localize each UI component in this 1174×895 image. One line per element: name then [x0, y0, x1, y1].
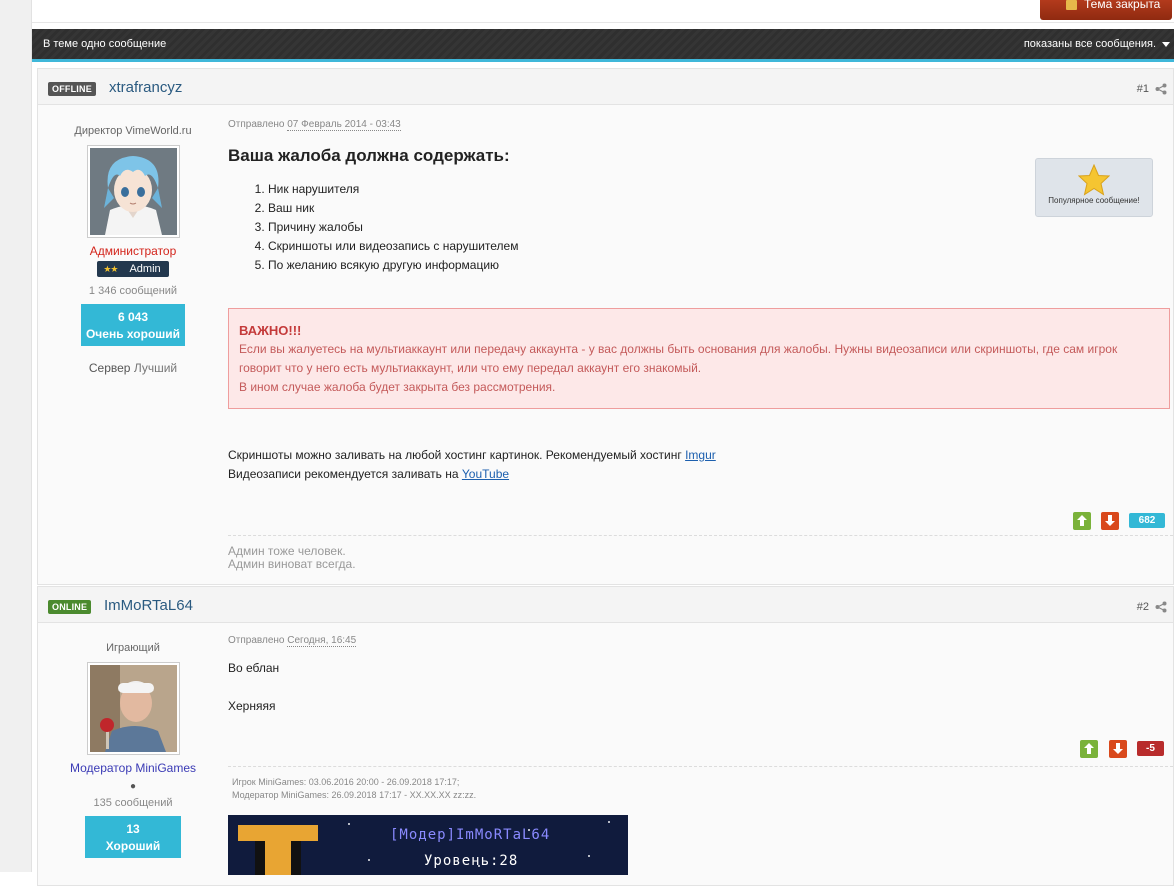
sent-label: Отправлено [228, 635, 285, 646]
reputation-label: Хороший [105, 839, 161, 853]
anime-avatar-image [89, 148, 177, 235]
admin-badge-label: Admin [129, 263, 161, 275]
reputation-box: 6 043 Очень хороший [81, 304, 185, 346]
requirements-list: Ник нарушителя Ваш ник Причину жалобы Ск… [228, 180, 1173, 275]
post-header: OFFLINE xtrafrancyz #1 [38, 69, 1173, 105]
avatar[interactable] [86, 662, 180, 755]
topic-closed-button[interactable]: Тема закрыта [1040, 0, 1172, 20]
topic-info-bar: В теме одно сообщение показаны все сообщ… [32, 29, 1174, 62]
imgur-link[interactable]: Imgur [685, 448, 716, 462]
sent-date[interactable]: 07 Февраль 2014 - 03:43 [287, 119, 401, 131]
server-label: Сервер [88, 361, 131, 375]
share-icon[interactable] [1155, 83, 1167, 95]
avatar[interactable] [86, 145, 180, 238]
banner-player-name: [Модер]ImMoRTaL64 [390, 827, 551, 843]
banner-player-level: Уровень:28 [424, 853, 519, 869]
author-panel: Играющий Модератор MiniGames ● 135 сообщ… [38, 642, 228, 858]
reputation-value: 6 043 [117, 310, 149, 324]
photo-avatar-image [89, 665, 177, 752]
post-header: ONLINE ImMoRTaL64 #2 [38, 587, 1173, 623]
status-badge: ONLINE [48, 600, 92, 614]
vote-up-button[interactable] [1073, 512, 1091, 530]
caret-down-icon[interactable] [1162, 42, 1170, 47]
pixel-head-icon [238, 825, 318, 841]
vote-down-button[interactable] [1101, 512, 1119, 530]
post-content: Отправлено 07 Февраль 2014 - 03:43 Ваша … [228, 119, 1173, 579]
hosting-info: Скриншоты можно заливать на любой хостин… [228, 446, 716, 484]
youtube-link[interactable]: YouTube [462, 467, 509, 481]
topic-message-count: В теме одно сообщение [43, 38, 167, 50]
post-date: Отправлено 07 Февраль 2014 - 03:43 [228, 119, 1173, 131]
hosting-text: Скриншоты можно заливать на любой хостин… [228, 448, 682, 462]
post-2: ONLINE ImMoRTaL64 #2 Играющий Модератор … [37, 586, 1174, 886]
reputation-score[interactable]: 682 [1129, 513, 1165, 528]
author-server: Сервер Лучший [38, 361, 228, 375]
post-text-line: Во еблан [228, 661, 280, 675]
author-panel: Директор VimeWorld.ru Администратор ★★ Ad… [38, 125, 228, 375]
post-date: Отправлено Сегодня, 16:45 [228, 635, 1173, 647]
stars-icon: ★★ [103, 264, 118, 274]
reputation-score[interactable]: -5 [1137, 741, 1164, 756]
post-number-link[interactable]: #1 [1137, 83, 1149, 95]
signature-divider [228, 535, 1173, 536]
video-text: Видеозаписи рекомендуется заливать на [228, 467, 459, 481]
reputation-value: 13 [126, 822, 140, 836]
arrow-down-icon [1105, 515, 1115, 526]
reputation-label: Очень хороший [85, 327, 181, 341]
lock-icon [1066, 0, 1077, 10]
post-author-name[interactable]: ImMoRTaL64 [104, 597, 193, 614]
post-text: Во еблан Херняяя [228, 659, 279, 716]
warning-text-line: Если вы жалуетесь на мультиаккаунт или п… [239, 342, 1118, 356]
signature: Игрок MiniGames: 03.06.2016 20:00 - 26.0… [232, 776, 476, 802]
signature-line: Игрок MiniGames: 03.06.2016 20:00 - 26.0… [232, 777, 460, 787]
post-number-link[interactable]: #2 [1137, 601, 1149, 613]
arrow-up-icon [1077, 515, 1087, 526]
top-divider [32, 22, 1174, 23]
reputation-box: 13 Хороший [85, 816, 181, 858]
list-item: Причину жалобы [268, 218, 1173, 237]
signature: Админ тоже человек. Админ виноват всегда… [228, 545, 356, 571]
author-title: Директор VimeWorld.ru [74, 125, 192, 137]
post-heading: Ваша жалоба должна содержать: [228, 146, 510, 165]
signature-banner: [Модер]ImMoRTaL64 Уровень:28 [228, 815, 628, 875]
author-post-count: 1 346 сообщений [88, 285, 178, 297]
star-icon [1078, 164, 1110, 196]
warning-text-line: В ином случае жалоба будет закрыта без р… [239, 380, 556, 394]
online-dot-icon: ● [129, 781, 137, 792]
arrow-up-icon [1084, 743, 1094, 754]
sent-label: Отправлено [228, 119, 285, 130]
post-author-name[interactable]: xtrafrancyz [109, 79, 182, 96]
popular-post-label: Популярное сообщение! [1048, 196, 1140, 205]
list-item: По желанию всякую другую информацию [268, 256, 1173, 275]
share-icon[interactable] [1155, 601, 1167, 613]
status-badge: OFFLINE [48, 82, 96, 96]
author-role: Модератор MiniGames [69, 761, 197, 775]
vote-up-button[interactable] [1080, 740, 1098, 758]
list-item: Скриншоты или видеозапись с нарушителем [268, 237, 1173, 256]
topic-closed-label: Тема закрыта [1084, 0, 1161, 11]
signature-divider [228, 766, 1173, 767]
post-content: Отправлено Сегодня, 16:45 Во еблан Херня… [228, 635, 1173, 895]
author-title: Играющий [106, 642, 160, 654]
signature-line: Админ виноват всегда. [228, 557, 356, 571]
signature-line: Модератор MiniGames: 26.09.2018 17:17 - … [232, 790, 477, 800]
warning-title: ВАЖНО!!! [239, 323, 302, 338]
sent-date[interactable]: Сегодня, 16:45 [287, 635, 357, 647]
warning-box: ВАЖНО!!! Если вы жалуетесь на мультиакка… [228, 308, 1170, 409]
post-text-line: Херняяя [228, 699, 276, 713]
server-value: Лучший [133, 361, 178, 375]
arrow-down-icon [1113, 743, 1123, 754]
vote-down-button[interactable] [1109, 740, 1127, 758]
author-role: Администратор [89, 244, 177, 258]
warning-text-line: говорит что у него есть мультиаккаунт, и… [239, 361, 702, 375]
admin-badge: ★★ Admin [97, 261, 169, 277]
popular-post-badge: Популярное сообщение! [1035, 158, 1153, 217]
shown-messages-filter[interactable]: показаны все сообщения. [1024, 38, 1156, 50]
post-1: OFFLINE xtrafrancyz #1 Директор VimeWorl… [37, 68, 1174, 585]
page-left-gutter [0, 0, 32, 872]
author-post-count: 135 сообщений [93, 797, 173, 809]
